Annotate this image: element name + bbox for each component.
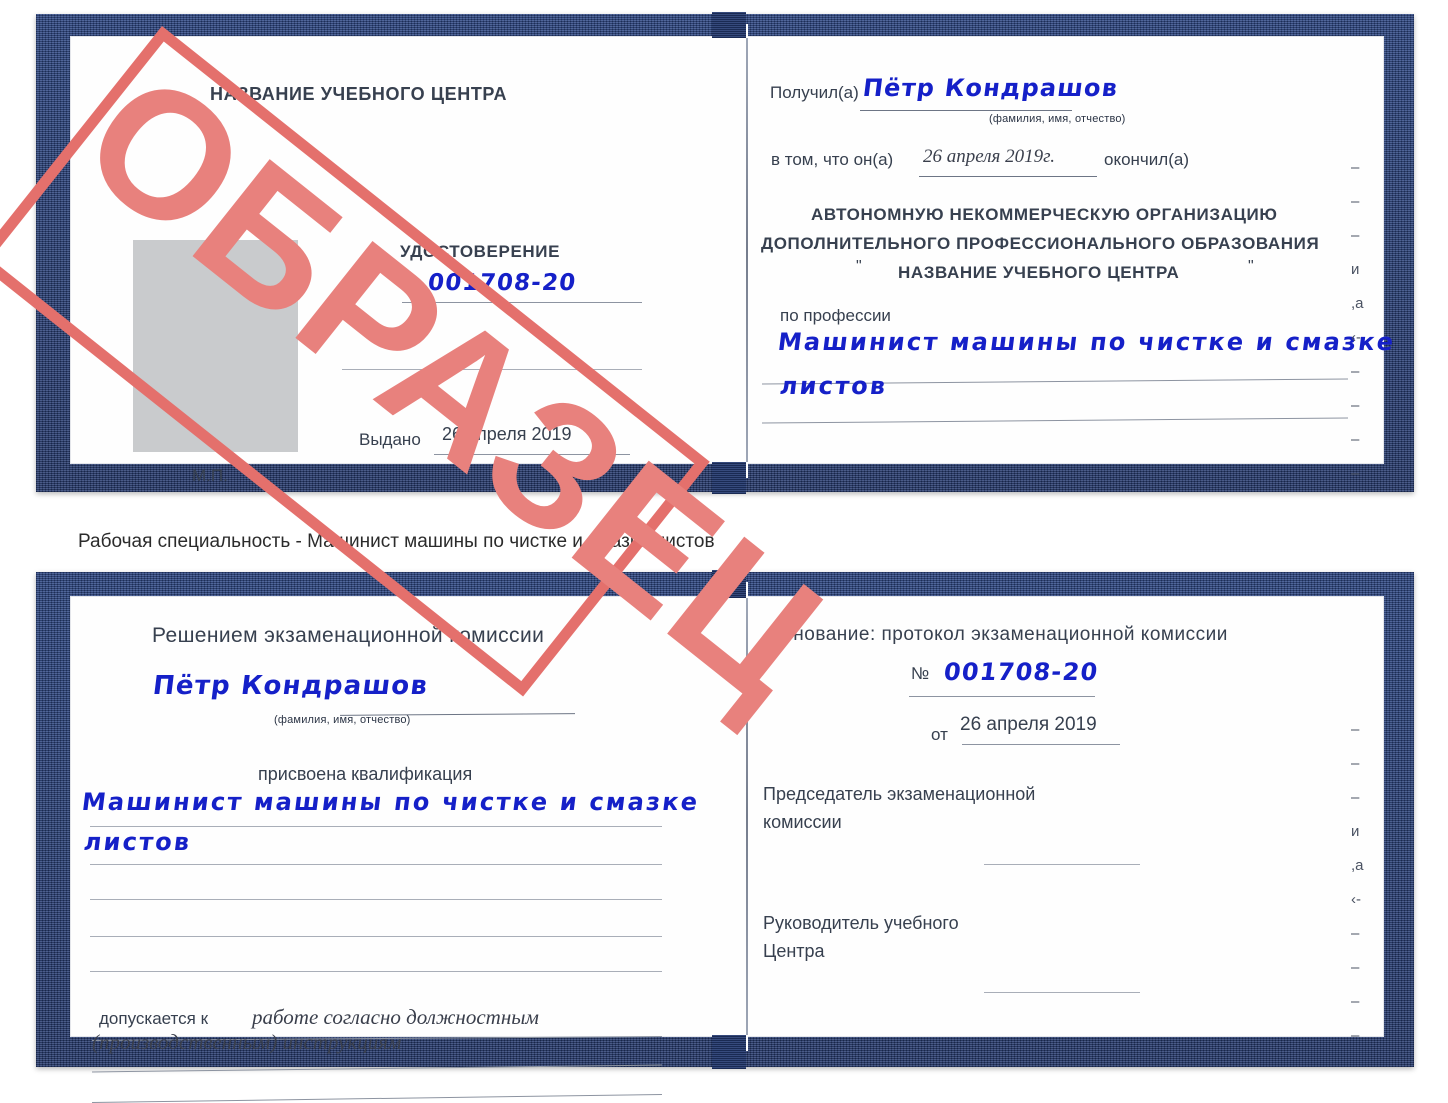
qualification-rule-2 <box>90 864 662 865</box>
qualification-value-line-1: Машинист машины по чистке и смазке <box>80 788 702 816</box>
edge-mark: – <box>1351 431 1360 448</box>
certificate-number-rule <box>402 302 642 303</box>
admitted-value-line-1: работе согласно должностным <box>252 1005 539 1029</box>
edge-mark: – <box>1351 193 1360 210</box>
received-by-name: Пётр Кондрашов <box>861 74 1120 102</box>
chairman-label-line-1: Председатель экзаменационной <box>763 784 1036 804</box>
issued-date-rule <box>434 454 630 455</box>
edge-mark: – <box>1351 1027 1360 1044</box>
edge-mark: – <box>1351 363 1360 380</box>
organization-line-1: АВТОНОМНУЮ НЕКОММЕРЧЕСКУЮ ОРГАНИЗАЦИЮ <box>811 205 1278 224</box>
completion-date-rule <box>919 176 1097 177</box>
head-label-line-2: Центра <box>763 941 825 961</box>
completion-date-value: 26 апреля 2019г. <box>923 146 1055 167</box>
profession-value-line-2: листов <box>778 372 890 400</box>
issued-label: Выдано <box>359 430 421 449</box>
protocol-number-value: 001708-20 <box>942 658 1101 686</box>
certificate-2-spread: Решением экзаменационной комиссии Пётр К… <box>70 582 1384 1103</box>
spine-tab-bottom-1 <box>712 462 746 494</box>
photo-placeholder <box>133 240 298 452</box>
edge-mark: – <box>1351 755 1360 772</box>
name-hint-1: (фамилия, имя, отчество) <box>989 113 1126 125</box>
profession-rule-2 <box>762 417 1348 424</box>
certificate-1-left-page: НАЗВАНИЕ УЧЕБНОГО ЦЕНТРА УДОСТОВЕРЕНИЕ №… <box>0 26 863 740</box>
in-that-label: в том, что он(а) <box>771 150 894 169</box>
name-hint-2: (фамилия, имя, отчество) <box>274 714 411 726</box>
head-label-line-1: Руководитель учебного <box>763 913 959 933</box>
qualification-rule-4 <box>90 936 662 937</box>
protocol-number-rule <box>909 696 1095 697</box>
organization-line-2: ДОПОЛНИТЕЛЬНОГО ПРОФЕССИОНАЛЬНОГО ОБРАЗО… <box>761 234 1320 253</box>
finished-label: окончил(а) <box>1104 150 1189 169</box>
admitted-rule-3 <box>92 1094 662 1103</box>
edge-cut-marks-1: – – – и ,а ‹- – – – – <box>1351 160 1364 500</box>
admitted-value-line-2: (производственным) инструкциям <box>92 1030 402 1054</box>
head-signature-rule <box>984 992 1140 993</box>
spine-tab-bottom-2 <box>712 1035 746 1069</box>
seal-place-label: М.П. <box>192 466 228 485</box>
certificate-2-left-page: Решением экзаменационной комиссии Пётр К… <box>70 596 746 1103</box>
edge-mark: – <box>1351 465 1360 482</box>
certificate-1-spread: НАЗВАНИЕ УЧЕБНОГО ЦЕНТРА УДОСТОВЕРЕНИЕ №… <box>0 24 1397 740</box>
certificate-2-book: Решением экзаменационной комиссии Пётр К… <box>36 570 1414 1103</box>
qualification-value-line-2: листов <box>82 828 194 856</box>
spine-tab-top-2 <box>712 570 746 598</box>
caption-text: Рабочая специальность - Машинист машины … <box>78 531 715 552</box>
edge-mark: ,а <box>1351 857 1364 874</box>
protocol-date-value: 26 апреля 2019 <box>960 714 1097 735</box>
admitted-rule-2 <box>92 1064 662 1073</box>
edge-cut-marks-2: – – – и ,а ‹- – – – – <box>1351 722 1364 1062</box>
certificate-scan-page: НАЗВАНИЕ УЧЕБНОГО ЦЕНТРА УДОСТОВЕРЕНИЕ №… <box>0 0 1448 1103</box>
graduate-name: Пётр Кондрашов <box>151 671 430 701</box>
quote-close: " <box>1248 258 1254 275</box>
received-by-label: Получил(а) <box>770 83 859 102</box>
certificate-number-value: 001708-20 <box>426 270 578 296</box>
certificate-1-right-page: Получил(а) Пётр Кондрашов (фамилия, имя,… <box>748 36 1397 481</box>
training-center-name-heading: НАЗВАНИЕ УЧЕБНОГО ЦЕНТРА <box>210 84 508 104</box>
qualification-rule-3 <box>90 899 662 900</box>
profession-value-line-1: Машинист машины по чистке и смазке <box>776 328 1398 356</box>
edge-mark: и <box>1351 261 1360 278</box>
edge-mark: – <box>1351 159 1360 176</box>
edge-mark: ‹- <box>1351 329 1361 346</box>
basis-label: Основание: протокол экзаменационной коми… <box>768 624 1228 645</box>
issued-date-value: 26 апреля 2019 <box>442 424 572 444</box>
edge-mark: и <box>1351 823 1360 840</box>
commission-decision-heading: Решением экзаменационной комиссии <box>152 624 545 647</box>
blank-rule-1 <box>342 369 642 370</box>
certificate-2-right-page: Основание: протокол экзаменационной коми… <box>748 596 1384 1043</box>
edge-mark: – <box>1351 397 1360 414</box>
profession-label: по профессии <box>780 306 891 325</box>
spine-tab-top-1 <box>712 12 746 38</box>
edge-mark: – <box>1351 959 1360 976</box>
protocol-number-label: № <box>911 664 930 683</box>
qualification-rule-5 <box>90 971 662 972</box>
edge-mark: ‹- <box>1351 891 1361 908</box>
quote-open: " <box>856 258 862 275</box>
edge-mark: – <box>1351 925 1360 942</box>
organization-line-3: НАЗВАНИЕ УЧЕБНОГО ЦЕНТРА <box>898 263 1180 282</box>
qualification-rule-1 <box>90 826 662 827</box>
admitted-label: допускается к <box>99 1009 209 1028</box>
chairman-signature-rule <box>984 864 1140 865</box>
certificate-number-label: № <box>406 276 425 295</box>
edge-mark: – <box>1351 789 1360 806</box>
certificate-1-book: НАЗВАНИЕ УЧЕБНОГО ЦЕНТРА УДОСТОВЕРЕНИЕ №… <box>0 12 1414 740</box>
protocol-date-rule <box>962 744 1120 745</box>
chairman-label-line-2: комиссии <box>763 812 842 832</box>
protocol-date-label: от <box>931 725 948 744</box>
edge-mark: – <box>1351 993 1360 1010</box>
document-title: УДОСТОВЕРЕНИЕ <box>400 242 561 261</box>
qualification-label: присвоена квалификация <box>258 764 473 784</box>
received-by-rule <box>860 110 1072 111</box>
edge-mark: ,а <box>1351 295 1364 312</box>
edge-mark: – <box>1351 721 1360 738</box>
edge-mark: – <box>1351 227 1360 244</box>
